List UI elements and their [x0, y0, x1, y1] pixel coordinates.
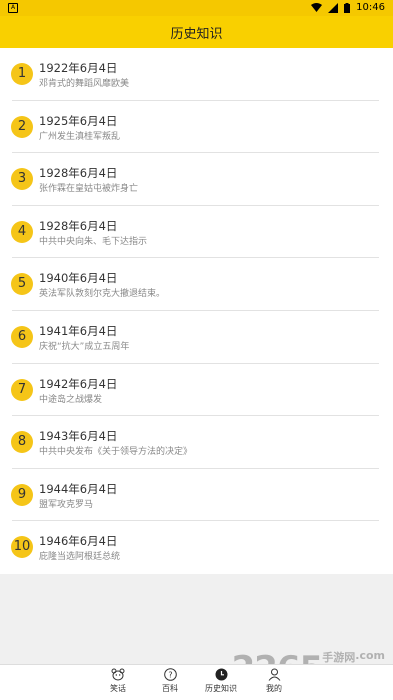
battery-icon — [344, 2, 351, 13]
list-item[interactable]: 10 1946年6月4日 庇隆当选阿根廷总统 — [0, 521, 393, 574]
tab-mine[interactable]: 我的 — [254, 668, 294, 694]
list-item[interactable]: 8 1943年6月4日 中共中央发布《关于领导方法的决定》 — [0, 416, 393, 469]
bottom-tab-bar: 笑话 ? 百科 历史知识 我的 — [0, 664, 393, 700]
page-title: 历史知识 — [170, 26, 223, 42]
index-badge: 9 — [11, 483, 33, 506]
index-badge: 8 — [11, 431, 33, 454]
event-date: 1941年6月4日 — [39, 324, 118, 338]
list-item[interactable]: 6 1941年6月4日 庆祝“抗大”成立五周年 — [0, 311, 393, 364]
app-header: 历史知识 — [0, 16, 393, 48]
tab-label: 我的 — [266, 684, 282, 693]
bear-icon — [111, 668, 125, 681]
tab-label: 笑话 — [110, 684, 126, 693]
event-date: 1946年6月4日 — [39, 534, 118, 549]
list-item[interactable]: 1 1922年6月4日 邓肯式的舞蹈风靡欧美 — [0, 48, 393, 101]
tab-label: 历史知识 — [205, 684, 237, 693]
index-badge: 4 — [11, 220, 33, 243]
list-item[interactable]: 9 1944年6月4日 盟军攻克罗马 — [0, 469, 393, 522]
event-date: 1943年6月4日 — [39, 429, 118, 444]
event-description: 中途岛之战爆发 — [39, 394, 103, 405]
event-date: 1928年6月4日 — [39, 218, 118, 233]
index-badge: 6 — [11, 326, 33, 348]
tab-label: 百科 — [162, 684, 178, 693]
list-item[interactable]: 7 1942年6月4日 中途岛之战爆发 — [0, 364, 393, 417]
tab-encyclopedia[interactable]: ? 百科 — [150, 668, 190, 694]
event-list: 1 1922年6月4日 邓肯式的舞蹈风靡欧美 2 1925年6月4日 广州发生滇… — [0, 48, 393, 574]
event-description: 盟军攻克罗马 — [39, 499, 94, 510]
index-badge: 10 — [11, 536, 33, 559]
event-description: 庆祝“抗大”成立五周年 — [39, 342, 130, 352]
list-item[interactable]: 4 1928年6月4日 中共中央向朱、毛下达指示 — [0, 206, 393, 259]
question-icon: ? — [163, 668, 177, 681]
svg-text:?: ? — [168, 671, 172, 680]
event-date: 1928年6月4日 — [39, 166, 118, 181]
event-description: 中共中央向朱、毛下达指示 — [39, 236, 148, 247]
event-description: 中共中央发布《关于领导方法的决定》 — [39, 447, 193, 458]
tab-history[interactable]: 历史知识 — [201, 668, 241, 694]
status-bar: A 10:46 — [0, 0, 393, 16]
list-item[interactable]: 3 1928年6月4日 张作霖在皇姑屯被炸身亡 — [0, 153, 393, 206]
event-date: 1940年6月4日 — [39, 271, 118, 286]
clock-icon — [215, 668, 227, 681]
event-description: 英法军队敦刻尔克大撤退结束。 — [39, 289, 166, 300]
event-date: 1922年6月4日 — [39, 61, 118, 75]
list-item[interactable]: 2 1925年6月4日 广州发生滇桂军叛乱 — [0, 101, 393, 154]
index-badge: 5 — [11, 273, 33, 296]
list-item[interactable]: 5 1940年6月4日 英法军队敦刻尔克大撤退结束。 — [0, 258, 393, 311]
app-notification-icon: A — [8, 3, 18, 13]
tab-jokes[interactable]: 笑话 — [98, 668, 138, 694]
index-badge: 7 — [11, 378, 33, 401]
person-icon — [268, 668, 280, 681]
status-icons: 10:46 — [311, 2, 385, 13]
index-badge: 1 — [11, 63, 33, 85]
event-description: 广州发生滇桂军叛乱 — [39, 131, 121, 142]
signal-icon — [328, 2, 339, 13]
event-description: 张作霖在皇姑屯被炸身亡 — [39, 184, 139, 195]
event-description: 庇隆当选阿根廷总统 — [39, 552, 121, 563]
index-badge: 3 — [11, 168, 33, 191]
event-date: 1942年6月4日 — [39, 376, 118, 391]
event-date: 1925年6月4日 — [39, 113, 118, 128]
event-date: 1944年6月4日 — [39, 481, 118, 496]
wifi-icon — [311, 2, 323, 12]
event-description: 邓肯式的舞蹈风靡欧美 — [39, 79, 130, 89]
index-badge: 2 — [11, 115, 33, 138]
status-time: 10:46 — [356, 2, 385, 13]
